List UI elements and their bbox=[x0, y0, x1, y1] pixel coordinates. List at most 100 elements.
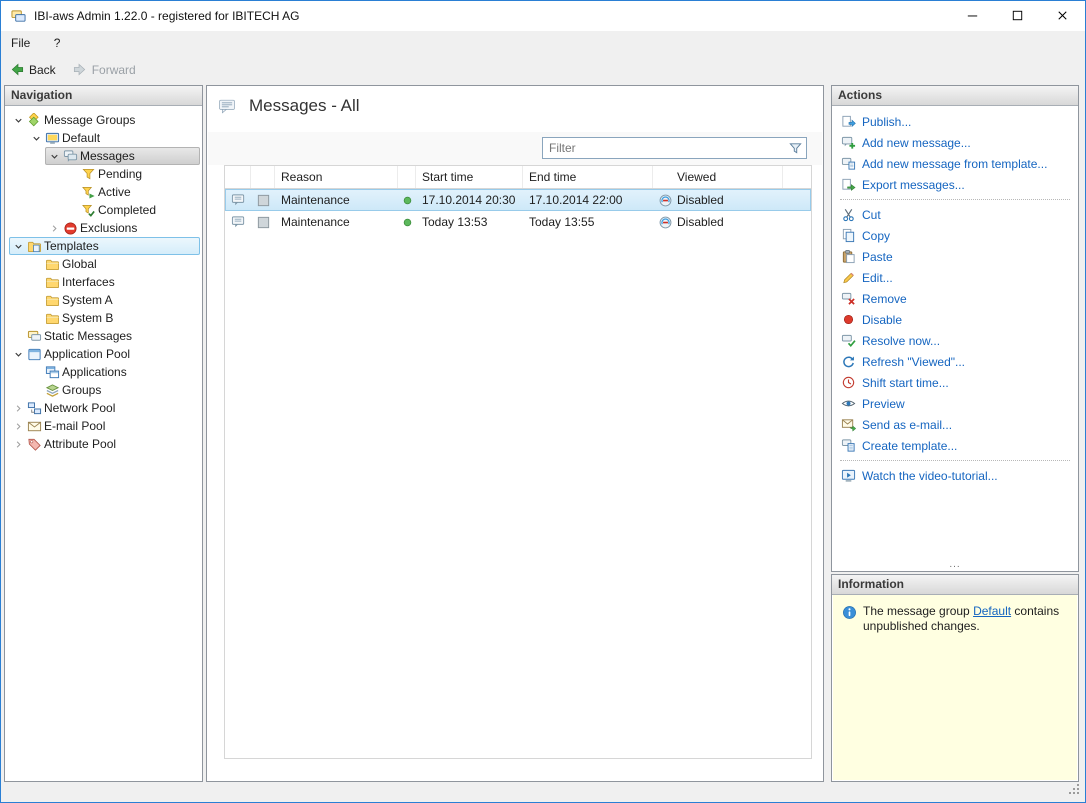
chevron-down-icon[interactable] bbox=[10, 112, 26, 128]
viewed-disabled-icon bbox=[657, 192, 673, 208]
screen-icon bbox=[44, 130, 60, 146]
filter-input[interactable] bbox=[542, 137, 807, 159]
message-row[interactable]: Maintenance Today 13:53 Today 13:55 Disable… bbox=[225, 211, 811, 233]
tree-item-completed[interactable]: Completed bbox=[63, 201, 200, 219]
tree-item-pending[interactable]: Pending bbox=[63, 165, 200, 183]
action-add-new-message[interactable]: Add new message... bbox=[832, 132, 1078, 153]
tree-item-label: Applications bbox=[62, 365, 127, 379]
tree-item-network-pool[interactable]: Network Pool bbox=[9, 399, 200, 417]
tree-item-active[interactable]: Active bbox=[63, 183, 200, 201]
message-row[interactable]: Maintenance 17.10.2014 20:30 17.10.2014 22… bbox=[225, 189, 811, 211]
tree-item-default[interactable]: Default bbox=[27, 129, 200, 147]
viewed-cell: Disabled bbox=[653, 211, 783, 233]
column-start-time[interactable]: Start time bbox=[416, 166, 523, 188]
filler-cell bbox=[783, 211, 811, 233]
app-pool-icon bbox=[26, 346, 42, 362]
column-message-icon[interactable] bbox=[225, 166, 251, 188]
column-checkbox[interactable] bbox=[251, 166, 275, 188]
action-remove[interactable]: Remove bbox=[832, 288, 1078, 309]
row-checkbox[interactable] bbox=[251, 211, 275, 233]
forward-button[interactable]: Forward bbox=[67, 60, 144, 80]
tree-item-static-messages[interactable]: Static Messages bbox=[9, 327, 200, 345]
action-copy[interactable]: Copy bbox=[832, 225, 1078, 246]
tree-item-templates[interactable]: Templates bbox=[9, 237, 200, 255]
chevron-right-icon[interactable] bbox=[10, 400, 26, 416]
tree-item-groups[interactable]: Groups bbox=[27, 381, 200, 399]
close-button[interactable] bbox=[1040, 1, 1085, 30]
action-shift-start-time[interactable]: Shift start time... bbox=[832, 372, 1078, 393]
maximize-button[interactable] bbox=[995, 1, 1040, 30]
menu-help[interactable]: ? bbox=[44, 31, 71, 56]
tree-item-messages[interactable]: Messages bbox=[45, 147, 200, 165]
tree-item-global[interactable]: Global bbox=[27, 255, 200, 273]
arrow-spacer bbox=[64, 202, 80, 218]
resize-grip[interactable] bbox=[1066, 781, 1082, 799]
menu-bar: File ? bbox=[1, 31, 1085, 56]
maximize-icon bbox=[1010, 8, 1026, 24]
tree-item-email-pool[interactable]: E-mail Pool bbox=[9, 417, 200, 435]
main-panel: Messages - All Reason Start time End tim… bbox=[206, 85, 824, 782]
checkbox-gray-icon bbox=[255, 214, 271, 230]
status-cell bbox=[398, 211, 416, 233]
message-cell bbox=[225, 189, 251, 211]
publish-icon bbox=[840, 114, 856, 130]
column-end-time[interactable]: End time bbox=[523, 166, 653, 188]
filter-funnel-icon[interactable] bbox=[787, 140, 803, 156]
action-resolve-now[interactable]: Resolve now... bbox=[832, 330, 1078, 351]
action-disable[interactable]: Disable bbox=[832, 309, 1078, 330]
tree-item-message-groups[interactable]: Message Groups bbox=[9, 111, 200, 129]
minimize-button[interactable] bbox=[950, 1, 995, 30]
msg-row-icon bbox=[230, 192, 246, 208]
table-header: Reason Start time End time Viewed bbox=[225, 166, 811, 189]
column-viewed[interactable]: Viewed bbox=[653, 166, 783, 188]
create-template-icon bbox=[840, 438, 856, 454]
tree-item-label: Interfaces bbox=[62, 275, 115, 289]
action-create-template[interactable]: Create template... bbox=[832, 435, 1078, 456]
app-window: IBI-aws Admin 1.22.0 - registered for IB… bbox=[0, 0, 1086, 803]
chevron-right-icon[interactable] bbox=[10, 436, 26, 452]
disable-icon bbox=[840, 312, 856, 328]
tree-item-attribute-pool[interactable]: Attribute Pool bbox=[9, 435, 200, 453]
messages-table: Reason Start time End time Viewed Mainte… bbox=[224, 165, 812, 759]
forward-icon bbox=[72, 62, 88, 78]
tree-item-interfaces[interactable]: Interfaces bbox=[27, 273, 200, 291]
tree-item-applications[interactable]: Applications bbox=[27, 363, 200, 381]
action-edit[interactable]: Edit... bbox=[832, 267, 1078, 288]
column-reason[interactable]: Reason bbox=[275, 166, 398, 188]
chevron-down-icon[interactable] bbox=[10, 346, 26, 362]
action-send-as-email[interactable]: Send as e-mail... bbox=[832, 414, 1078, 435]
tree-item-exclusions[interactable]: Exclusions bbox=[45, 219, 200, 237]
action-add-new-message-from-template[interactable]: Add new message from template... bbox=[832, 153, 1078, 174]
groups-icon bbox=[44, 382, 60, 398]
chevron-down-icon[interactable] bbox=[10, 238, 26, 254]
default-group-link[interactable]: Default bbox=[973, 604, 1011, 618]
chevron-down-icon[interactable] bbox=[28, 130, 44, 146]
action-export-messages[interactable]: Export messages... bbox=[832, 174, 1078, 195]
column-status[interactable] bbox=[398, 166, 416, 188]
tree-item-system-b[interactable]: System B bbox=[27, 309, 200, 327]
menu-file[interactable]: File bbox=[1, 31, 40, 56]
row-checkbox[interactable] bbox=[251, 189, 275, 211]
tree-item-system-a[interactable]: System A bbox=[27, 291, 200, 309]
action-refresh-viewed[interactable]: Refresh "Viewed"... bbox=[832, 351, 1078, 372]
viewed-disabled-icon bbox=[657, 214, 673, 230]
chevron-right-icon[interactable] bbox=[46, 220, 62, 236]
back-button[interactable]: Back bbox=[4, 60, 64, 80]
chevron-down-icon[interactable] bbox=[46, 148, 62, 164]
window-controls bbox=[950, 1, 1085, 31]
arrow-spacer bbox=[28, 274, 44, 290]
action-publish[interactable]: Publish... bbox=[832, 111, 1078, 132]
folder-icon bbox=[44, 274, 60, 290]
arrow-spacer bbox=[28, 364, 44, 380]
add-from-template-icon bbox=[840, 156, 856, 172]
information-body: The message group Default contains unpub… bbox=[833, 595, 1077, 780]
chevron-right-icon[interactable] bbox=[10, 418, 26, 434]
tree-item-application-pool[interactable]: Application Pool bbox=[9, 345, 200, 363]
action-preview[interactable]: Preview bbox=[832, 393, 1078, 414]
actions-overflow-indicator[interactable]: ... bbox=[832, 559, 1078, 570]
tree-item-label: Exclusions bbox=[80, 221, 138, 235]
action-cut[interactable]: Cut bbox=[832, 204, 1078, 225]
action-paste[interactable]: Paste bbox=[832, 246, 1078, 267]
action-watch-video-tutorial[interactable]: Watch the video-tutorial... bbox=[832, 465, 1078, 486]
funnel-done-icon bbox=[80, 202, 96, 218]
